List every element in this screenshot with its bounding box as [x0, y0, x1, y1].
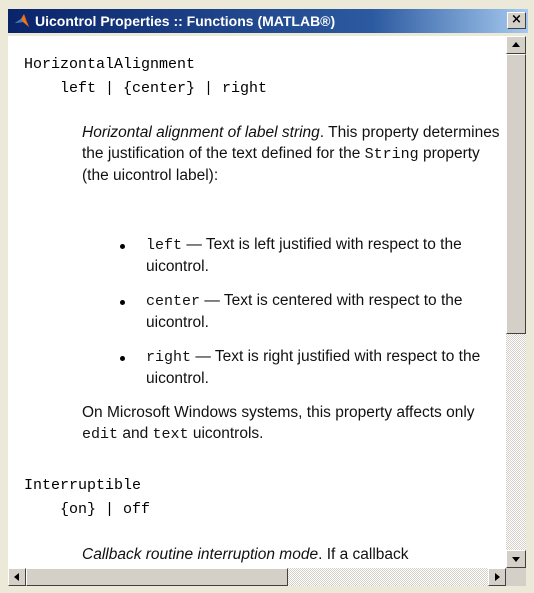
- property-name: HorizontalAlignment: [24, 56, 196, 73]
- description-emphasis: Horizontal alignment of label string: [82, 124, 320, 141]
- list-item: right — Text is right justified with res…: [146, 346, 506, 389]
- window-title: Uicontrol Properties :: Functions (MATLA…: [35, 13, 336, 29]
- bullet-code: left: [146, 237, 183, 254]
- bullet-text: — Text is left justified with respect to…: [146, 236, 462, 275]
- property-description: Callback routine interruption mode. If a…: [82, 544, 506, 565]
- property-description: Horizontal alignment of label string. Th…: [82, 122, 506, 186]
- arrow-down-icon: [512, 557, 520, 562]
- close-icon: ×: [511, 12, 522, 27]
- note-code: edit: [82, 426, 119, 443]
- bullet-code: center: [146, 293, 201, 310]
- vertical-scroll-thumb[interactable]: [506, 54, 526, 334]
- note-code: text: [152, 426, 189, 443]
- help-content: HorizontalAlignment left | {center} | ri…: [8, 36, 506, 568]
- property-name: Interruptible: [24, 477, 142, 494]
- note-text-end: uicontrols.: [188, 425, 264, 442]
- help-window: Uicontrol Properties :: Functions (MATLA…: [0, 0, 534, 593]
- list-item: center — Text is centered with respect t…: [146, 290, 506, 333]
- bullet-code: right: [146, 349, 192, 366]
- arrow-up-icon: [512, 42, 520, 47]
- bullet-icon: [120, 244, 125, 249]
- scroll-up-button[interactable]: [506, 36, 526, 54]
- list-item: left — Text is left justified with respe…: [146, 234, 506, 277]
- arrow-right-icon: [495, 573, 500, 581]
- scrollbar-corner: [506, 568, 526, 586]
- horizontal-scroll-thumb[interactable]: [26, 568, 288, 586]
- property-values: {on} | off: [60, 501, 151, 518]
- note-text-mid: and: [118, 425, 153, 442]
- title-bar[interactable]: Uicontrol Properties :: Functions (MATLA…: [8, 9, 528, 33]
- scroll-left-button[interactable]: [8, 568, 26, 586]
- bullet-text: — Text is right justified with respect t…: [146, 348, 481, 387]
- scroll-down-button[interactable]: [506, 550, 526, 568]
- property-values: left | {center} | right: [60, 80, 268, 97]
- description-text: . If a callback: [318, 546, 409, 563]
- close-button[interactable]: ×: [507, 12, 526, 29]
- arrow-left-icon: [14, 573, 19, 581]
- bullet-icon: [120, 300, 125, 305]
- vertical-scrollbar[interactable]: [506, 36, 526, 568]
- note-text: On Microsoft Windows systems, this prope…: [82, 404, 475, 421]
- bullet-icon: [120, 356, 125, 361]
- description-code: String: [364, 146, 419, 163]
- matlab-logo-icon: [15, 14, 29, 27]
- horizontal-scrollbar[interactable]: [8, 568, 506, 586]
- property-note: On Microsoft Windows systems, this prope…: [82, 402, 506, 445]
- scroll-right-button[interactable]: [488, 568, 506, 586]
- description-emphasis: Callback routine interruption mode: [82, 546, 319, 563]
